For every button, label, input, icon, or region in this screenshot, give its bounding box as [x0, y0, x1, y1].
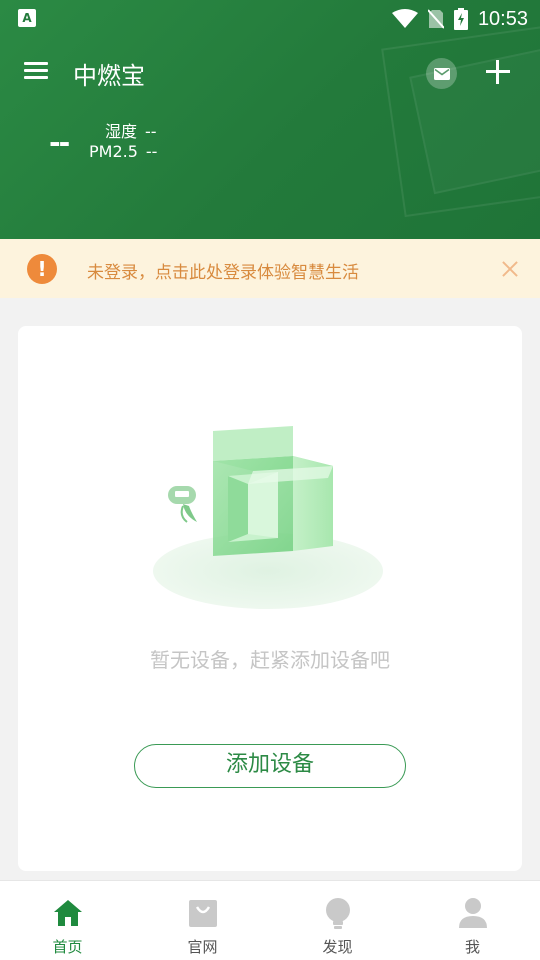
- empty-state-message: 暂无设备，赶紧添加设备吧: [150, 648, 390, 672]
- close-icon[interactable]: [498, 257, 522, 281]
- home-icon: [53, 900, 82, 926]
- nav-item-discover[interactable]: 发现: [270, 881, 405, 960]
- empty-box-illustration: [153, 426, 383, 609]
- bottom-nav: 首页 官网 发现 我: [0, 880, 540, 960]
- app-title: 中燃宝: [73, 62, 145, 90]
- humidity-label: 湿度: [105, 122, 138, 141]
- wifi-icon: [391, 9, 418, 28]
- no-sim-icon: [427, 9, 444, 29]
- app-notification-icon: A: [18, 9, 36, 27]
- humidity-row: 湿度 --: [105, 118, 157, 142]
- header: A 10:53 中燃宝 -- 湿度 -- PM2.5 --: [0, 0, 540, 239]
- warning-icon: !: [27, 254, 57, 284]
- lightbulb-icon: [325, 898, 350, 929]
- status-bar: A 10:53: [0, 0, 540, 38]
- pm25-label: PM2.5: [89, 142, 138, 161]
- temperature-value: --: [49, 126, 70, 159]
- user-icon: [458, 898, 487, 928]
- add-device-button[interactable]: 添加设备: [134, 744, 406, 788]
- nav-item-official-site[interactable]: 官网: [135, 881, 270, 960]
- nav-label-me: 我: [464, 938, 480, 956]
- message-button[interactable]: [426, 58, 457, 89]
- top-bar: 中燃宝: [0, 50, 540, 94]
- nav-label-official-site: 官网: [187, 938, 218, 956]
- pm25-value: --: [145, 142, 158, 161]
- login-banner-text[interactable]: 未登录，点击此处登录体验智慧生活: [87, 258, 359, 283]
- battery-charging-icon: [453, 8, 468, 30]
- status-time: 10:53: [477, 7, 528, 30]
- menu-icon: [24, 62, 48, 65]
- nav-item-home[interactable]: 首页: [0, 881, 135, 960]
- environment-panel: -- 湿度 -- PM2.5 --: [0, 112, 540, 172]
- humidity-value: --: [145, 122, 157, 141]
- login-banner[interactable]: ! 未登录，点击此处登录体验智慧生活: [0, 239, 540, 298]
- shopping-bag-icon: [188, 900, 217, 927]
- pm25-row: PM2.5 --: [89, 142, 157, 161]
- nav-label-discover: 发现: [322, 938, 353, 956]
- mail-icon: [433, 67, 450, 80]
- device-card: 暂无设备，赶紧添加设备吧 添加设备: [18, 326, 522, 871]
- add-button[interactable]: [484, 58, 512, 86]
- menu-button[interactable]: [24, 59, 54, 85]
- nav-item-me[interactable]: 我: [405, 881, 540, 960]
- nav-label-home: 首页: [52, 938, 83, 956]
